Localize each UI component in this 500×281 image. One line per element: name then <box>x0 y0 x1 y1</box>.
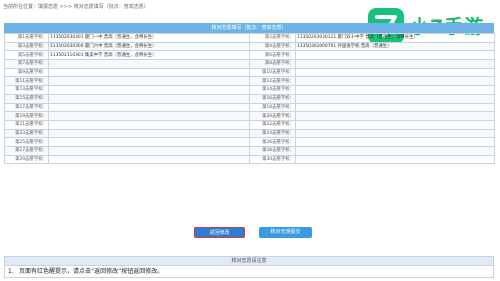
choice-value <box>48 102 250 113</box>
choice-label: 第18志愿学校： <box>249 102 296 113</box>
choice-value: 113502030300 厦门六中 普高（普通生，含特长生） <box>48 41 250 52</box>
table-row: 第7志愿学校： 第8志愿学校： <box>4 59 495 69</box>
table-row: 第17志愿学校： 第18志愿学校： <box>4 102 495 113</box>
table-row: 第13志愿学校： 第14志愿学校： <box>4 85 495 95</box>
choice-label: 第22志愿学校： <box>249 119 296 130</box>
choice-label: 第8志愿学校： <box>249 59 296 69</box>
confirm-submit-button[interactable]: 核对无误提交 <box>259 227 312 238</box>
choices-table: 第1志愿学校： 113502030301 厦门一中 普高（普通生，含特长生） 第2志… <box>4 33 495 165</box>
choice-label: 第11志愿学校： <box>4 76 49 87</box>
choice-label: 第5志愿学校： <box>4 50 49 61</box>
note-number: 1. <box>8 268 14 275</box>
choice-label: 第16志愿学校： <box>249 93 296 104</box>
choice-label: 第6志愿学校： <box>249 50 296 61</box>
table-row: 第21志愿学校： 第22志愿学校： <box>4 119 495 130</box>
table-row: 第29志愿学校： 第30志愿学校： <box>4 154 495 165</box>
choice-label: 第7志愿学校： <box>4 59 49 69</box>
choice-value: 113502030301 厦门一中 普高（普通生，含特长生） <box>48 33 250 43</box>
choice-label: 第25志愿学校： <box>4 137 49 147</box>
table-row: 第9志愿学校： 第10志愿学校： <box>4 67 495 78</box>
choice-label: 第21志愿学校： <box>4 119 49 130</box>
choice-value <box>48 111 250 121</box>
choice-value <box>295 154 495 165</box>
choice-value <box>295 67 495 78</box>
choice-value <box>295 111 495 121</box>
choice-value <box>48 93 250 104</box>
table-row: 第25志愿学校： 第26志愿学校： <box>4 137 495 147</box>
choice-value <box>295 59 495 69</box>
choice-label: 第30志愿学校： <box>249 154 296 165</box>
choice-label: 第14志愿学校： <box>249 85 296 95</box>
breadcrumb: 当前所在位置：填报志愿 >>> 核对志愿填写（批次：普高志愿） <box>3 4 149 10</box>
choice-label: 第29志愿学校： <box>4 154 49 165</box>
table-row: 第27志愿学校： 第28志愿学校： <box>4 145 495 156</box>
choice-label: 第23志愿学校： <box>4 128 49 139</box>
choice-label: 第4志愿学校： <box>249 41 296 52</box>
choice-value <box>295 119 495 130</box>
choice-value <box>48 128 250 139</box>
back-to-edit-button[interactable]: 返回修改 <box>194 227 245 238</box>
choice-label: 第26志愿学校： <box>249 137 296 147</box>
choice-value <box>295 50 495 61</box>
choice-value <box>48 76 250 87</box>
choice-label: 第2志愿学校： <box>249 33 296 43</box>
choice-label: 第17志愿学校： <box>4 102 49 113</box>
note-text: 页面有红色醒提示，请点击“返回修改”按钮返回修改。 <box>19 268 164 275</box>
choice-label: 第15志愿学校： <box>4 93 49 104</box>
table-row: 第19志愿学校： 第20志愿学校： <box>4 111 495 121</box>
choice-label: 第27志愿学校： <box>4 145 49 156</box>
choice-label: 第9志愿学校： <box>4 67 49 78</box>
grid-title: 核对志愿填写（批次：普高志愿） <box>4 23 494 33</box>
choice-value <box>295 85 495 95</box>
choice-label: 第1志愿学校： <box>4 33 49 43</box>
table-row: 第15志愿学校： 第16志愿学校： <box>4 93 495 104</box>
choice-label: 第12志愿学校： <box>249 76 296 87</box>
choice-value <box>295 93 495 104</box>
choice-label: 第19志愿学校： <box>4 111 49 121</box>
notes-title: 核对志愿请注意 <box>4 256 494 266</box>
table-row: 第11志愿学校： 第12志愿学校： <box>4 76 495 87</box>
choice-value <box>48 85 250 95</box>
choice-value <box>48 145 250 156</box>
choice-value <box>48 137 250 147</box>
table-row: 第3志愿学校： 113502030300 厦门六中 普高（普通生，含特长生） 第4志… <box>4 41 495 52</box>
choice-value <box>48 67 250 78</box>
choice-label: 第28志愿学校： <box>249 145 296 156</box>
choice-value <box>295 102 495 113</box>
choice-value <box>295 145 495 156</box>
table-row: 第5志愿学校： 113502110301 集美中学 普高（普通生，含特长生） 第6志… <box>4 50 495 61</box>
choice-value <box>48 119 250 130</box>
choice-value: 113502110301 集美中学 普高（普通生，含特长生） <box>48 50 250 61</box>
choice-value <box>295 128 495 139</box>
choice-label: 第3志愿学校： <box>4 41 49 52</box>
choice-value <box>48 154 250 165</box>
table-row: 第23志愿学校： 第24志愿学校： <box>4 128 495 139</box>
choice-value <box>295 137 495 147</box>
choice-label: 第24志愿学校： <box>249 128 296 139</box>
choice-label: 第13志愿学校： <box>4 85 49 95</box>
choice-value <box>48 59 250 69</box>
choice-value: 11350302000701 外国语学校 普高（普通生） <box>295 41 495 52</box>
table-row: 第1志愿学校： 113502030301 厦门一中 普高（普通生，含特长生） 第2志… <box>4 33 495 43</box>
choice-label: 第20志愿学校： <box>249 111 296 121</box>
choice-label: 第10志愿学校： <box>249 67 296 78</box>
choice-value: 11350203030121 厦门双十中学 普高（普通生，含特长生） <box>295 33 495 43</box>
note-item: 1. 页面有红色醒提示，请点击“返回修改”按钮返回修改。 <box>4 266 494 278</box>
choice-value <box>295 76 495 87</box>
